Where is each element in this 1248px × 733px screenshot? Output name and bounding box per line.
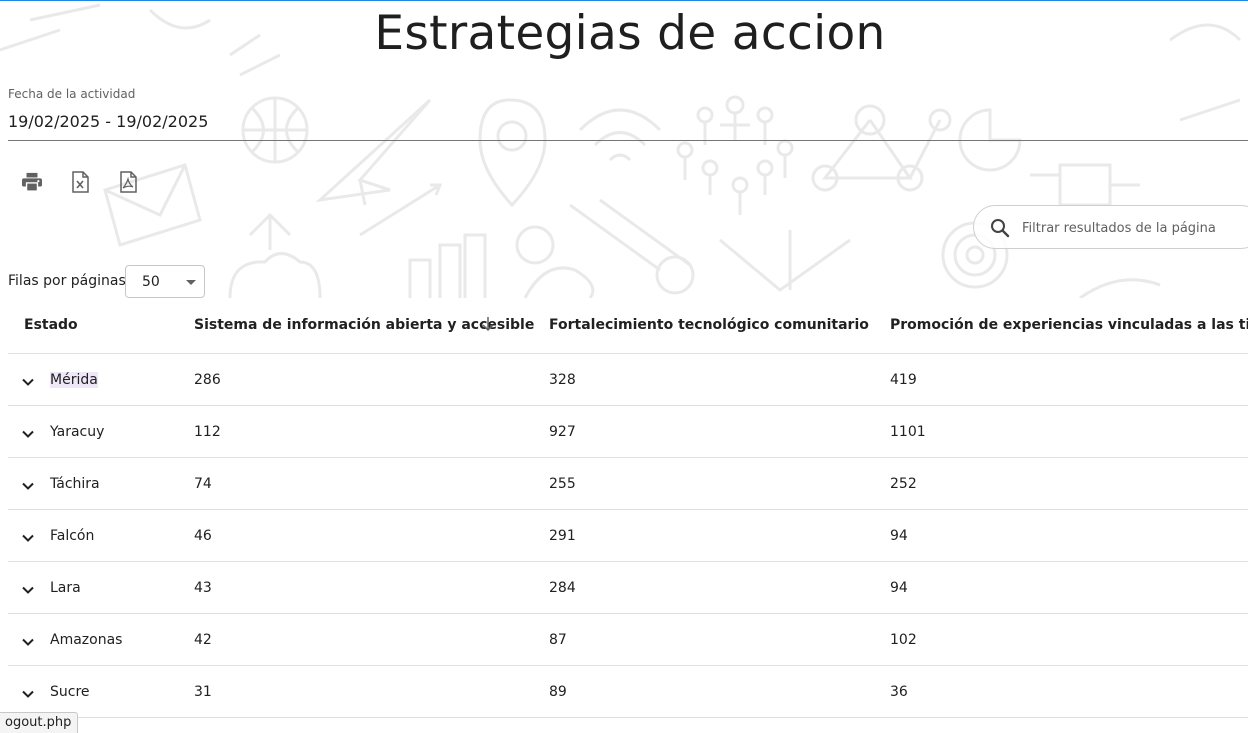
header-estado[interactable]: Estado xyxy=(24,317,78,333)
cell-sistema-informacion: 42 xyxy=(194,632,212,648)
cell-fortalecimiento: 328 xyxy=(549,372,576,388)
cell-promocion: 94 xyxy=(890,580,908,596)
date-range-field[interactable]: Fecha de la actividad 19/02/2025 - 19/02… xyxy=(8,86,1248,141)
dropdown-arrow-icon xyxy=(186,280,196,285)
cell-sistema-informacion: 46 xyxy=(194,528,212,544)
table-row[interactable]: Táchira 74 255 252 xyxy=(8,458,1248,510)
status-bar-url: ogout.php xyxy=(0,712,79,733)
cell-sistema-informacion: 286 xyxy=(194,372,221,388)
cell-estado: Lara xyxy=(50,580,81,596)
date-range-label: Fecha de la actividad xyxy=(8,87,136,101)
column-separator xyxy=(179,406,180,457)
search-box[interactable] xyxy=(973,205,1248,249)
column-separator xyxy=(179,458,180,509)
expand-row-chevron-icon[interactable] xyxy=(20,478,36,494)
header-fortalecimiento[interactable]: Fortalecimiento tecnológico comunitario xyxy=(549,317,869,333)
expand-row-chevron-icon[interactable] xyxy=(20,530,36,546)
cell-promocion: 252 xyxy=(890,476,917,492)
cell-promocion: 94 xyxy=(890,528,908,544)
expand-row-chevron-icon[interactable] xyxy=(20,686,36,702)
cell-promocion: 419 xyxy=(890,372,917,388)
cell-promocion: 1101 xyxy=(890,424,926,440)
table-row[interactable]: Falcón 46 291 94 xyxy=(8,510,1248,562)
cell-fortalecimiento: 927 xyxy=(549,424,576,440)
cell-fortalecimiento: 284 xyxy=(549,580,576,596)
cell-sistema-informacion: 74 xyxy=(194,476,212,492)
pdf-file-icon xyxy=(120,171,137,193)
table-row[interactable]: Mérida 286 328 419 xyxy=(8,354,1248,406)
cell-sistema-informacion: 31 xyxy=(194,684,212,700)
table-row[interactable]: Sucre 31 89 36 xyxy=(8,666,1248,718)
cell-estado: Falcón xyxy=(50,528,95,544)
sort-descending-icon[interactable] xyxy=(481,316,495,332)
search-icon xyxy=(991,219,1010,238)
cell-estado: Táchira xyxy=(50,476,100,492)
rows-per-page-label: Filas por páginas xyxy=(8,273,126,289)
excel-file-icon xyxy=(72,171,89,193)
column-separator xyxy=(179,510,180,561)
column-separator xyxy=(179,354,180,405)
cell-promocion: 102 xyxy=(890,632,917,648)
print-button[interactable] xyxy=(18,168,46,196)
expand-row-chevron-icon[interactable] xyxy=(20,426,36,442)
cell-sistema-informacion: 112 xyxy=(194,424,221,440)
cell-estado: Sucre xyxy=(50,684,90,700)
column-separator xyxy=(179,666,180,717)
table-row[interactable]: Amazonas 42 87 102 xyxy=(8,614,1248,666)
header-promocion[interactable]: Promoción de experiencias vinculadas a l… xyxy=(890,317,1248,333)
expand-row-chevron-icon[interactable] xyxy=(20,634,36,650)
cell-estado: Mérida xyxy=(50,372,98,388)
rows-per-page-value: 50 xyxy=(142,274,160,290)
cell-sistema-informacion: 43 xyxy=(194,580,212,596)
table-row[interactable]: Yaracuy 112 927 1101 xyxy=(8,406,1248,458)
top-accent-line xyxy=(0,0,1248,1)
cell-fortalecimiento: 255 xyxy=(549,476,576,492)
column-separator xyxy=(179,562,180,613)
data-table: Estado Sistema de información abierta y … xyxy=(8,300,1248,718)
cell-fortalecimiento: 89 xyxy=(549,684,567,700)
expand-row-chevron-icon[interactable] xyxy=(20,374,36,390)
column-separator xyxy=(179,614,180,665)
cell-estado: Yaracuy xyxy=(50,424,105,440)
search-input[interactable] xyxy=(1022,216,1242,240)
cell-fortalecimiento: 291 xyxy=(549,528,576,544)
print-icon xyxy=(22,172,42,192)
export-pdf-button[interactable] xyxy=(114,168,142,196)
rows-per-page-select[interactable]: 50 xyxy=(125,265,205,298)
date-range-value[interactable]: 19/02/2025 - 19/02/2025 xyxy=(8,112,208,131)
page-title: Estrategias de accion xyxy=(374,6,886,61)
cell-estado: Amazonas xyxy=(50,632,123,648)
expand-row-chevron-icon[interactable] xyxy=(20,582,36,598)
table-body: Mérida 286 328 419 Yaracuy 112 927 1101 Táchira 7… xyxy=(8,354,1248,718)
table-header: Estado Sistema de información abierta y … xyxy=(8,300,1248,354)
cell-fortalecimiento: 87 xyxy=(549,632,567,648)
table-row[interactable]: Lara 43 284 94 xyxy=(8,562,1248,614)
cell-promocion: 36 xyxy=(890,684,908,700)
export-excel-button[interactable] xyxy=(66,168,94,196)
